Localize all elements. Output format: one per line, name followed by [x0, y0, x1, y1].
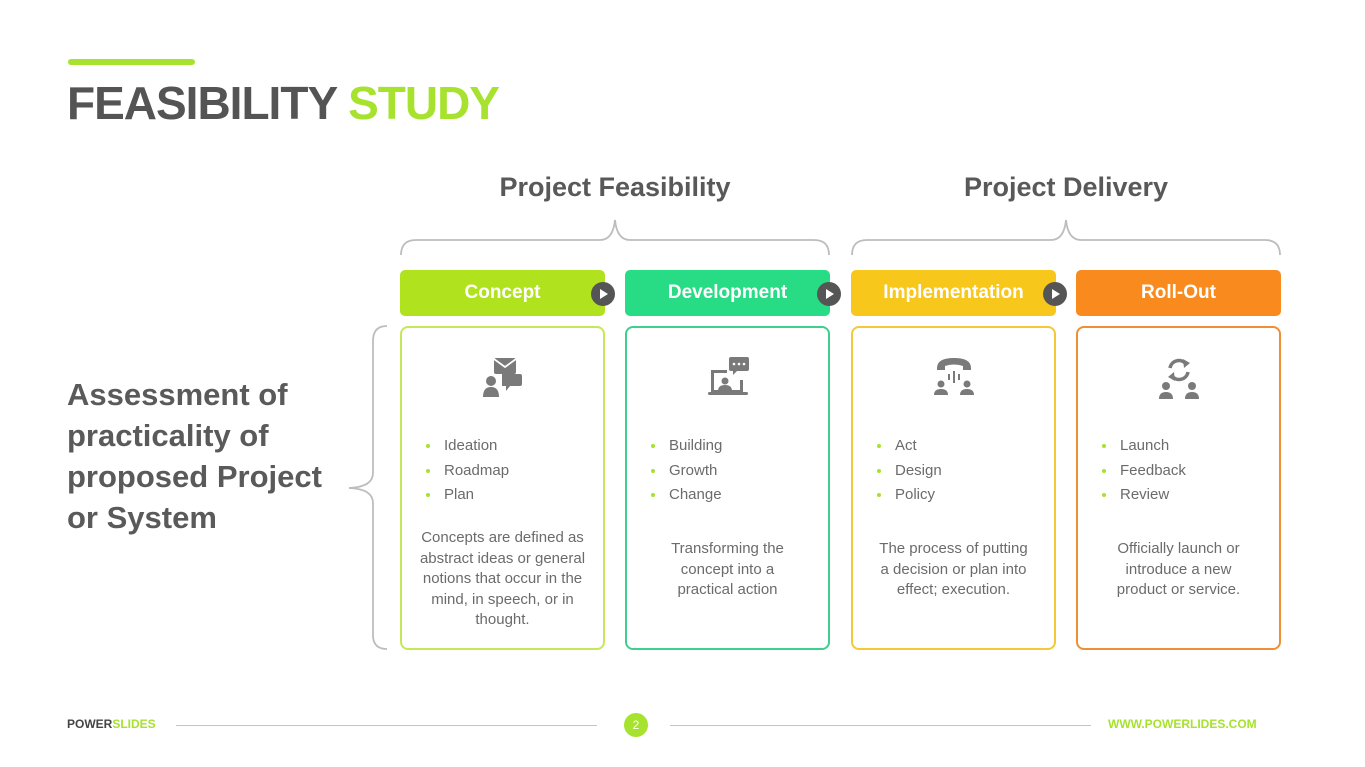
bullet-item: Growth: [651, 459, 722, 484]
brace-feasibility: [400, 219, 830, 256]
title-part-dark: FEASIBILITY: [67, 77, 337, 129]
step-description: Concepts are defined as abstract ideas o…: [419, 529, 586, 628]
bullet-item: Feedback: [1102, 459, 1186, 484]
bullet-list: Ideation Roadmap Plan: [426, 434, 509, 508]
footer-divider-left: [176, 725, 597, 726]
title-part-highlight: STUDY: [348, 77, 500, 129]
bullet-list: Building Growth Change: [651, 434, 722, 508]
step-card-concept: Ideation Roadmap Plan Concepts are defin…: [400, 326, 605, 650]
step-header-implementation: Implementation: [851, 270, 1056, 316]
next-arrow-icon: [1043, 282, 1067, 306]
bullet-item: Design: [877, 459, 942, 484]
bullet-item: Review: [1102, 483, 1186, 508]
assessment-text: Assessment of practicality of proposed P…: [67, 377, 322, 535]
step-description: Officially launch or introduce a new pro…: [1116, 540, 1241, 598]
bullet-item: Policy: [877, 483, 942, 508]
footer-website-link[interactable]: WWW.POWERLIDES.COM: [1108, 717, 1257, 731]
team-sync-icon: [1158, 358, 1199, 399]
brace-delivery: [851, 219, 1281, 256]
person-message-icon: [482, 358, 522, 397]
title-accent-bar: [68, 59, 195, 65]
laptop-chat-icon: [707, 357, 749, 395]
group-title-delivery: Project Delivery: [963, 172, 1169, 202]
footer-brand-logo: POWERSLIDES: [67, 717, 156, 731]
step-description: The process of putting a decision or pla…: [879, 540, 1028, 598]
next-arrow-icon: [817, 282, 841, 306]
bullet-item: Plan: [426, 483, 509, 508]
page-number-badge: 2: [624, 713, 648, 737]
bullet-list: Act Design Policy: [877, 434, 942, 508]
conference-call-icon: [933, 358, 974, 395]
bullet-item: Ideation: [426, 434, 509, 459]
footer-divider-right: [670, 725, 1091, 726]
bullet-item: Change: [651, 483, 722, 508]
step-card-implementation: Act Design Policy The process of putting…: [851, 326, 1056, 650]
bullet-item: Launch: [1102, 434, 1186, 459]
step-card-development: Building Growth Change Transforming the …: [625, 326, 830, 650]
step-header-development: Development: [625, 270, 830, 316]
page-title: FEASIBILITY STUDY: [67, 76, 500, 130]
next-arrow-icon: [591, 282, 615, 306]
group-title-feasibility: Project Feasibility: [499, 172, 731, 202]
bullet-item: Building: [651, 434, 722, 459]
step-header-concept: Concept: [400, 270, 605, 316]
step-description: Transforming the concept into a practica…: [671, 540, 784, 598]
step-header-rollout: Roll-Out: [1076, 270, 1281, 316]
bullet-list: Launch Feedback Review: [1102, 434, 1186, 508]
bullet-item: Roadmap: [426, 459, 509, 484]
step-card-rollout: Launch Feedback Review Officially launch…: [1076, 326, 1281, 650]
bullet-item: Act: [877, 434, 942, 459]
